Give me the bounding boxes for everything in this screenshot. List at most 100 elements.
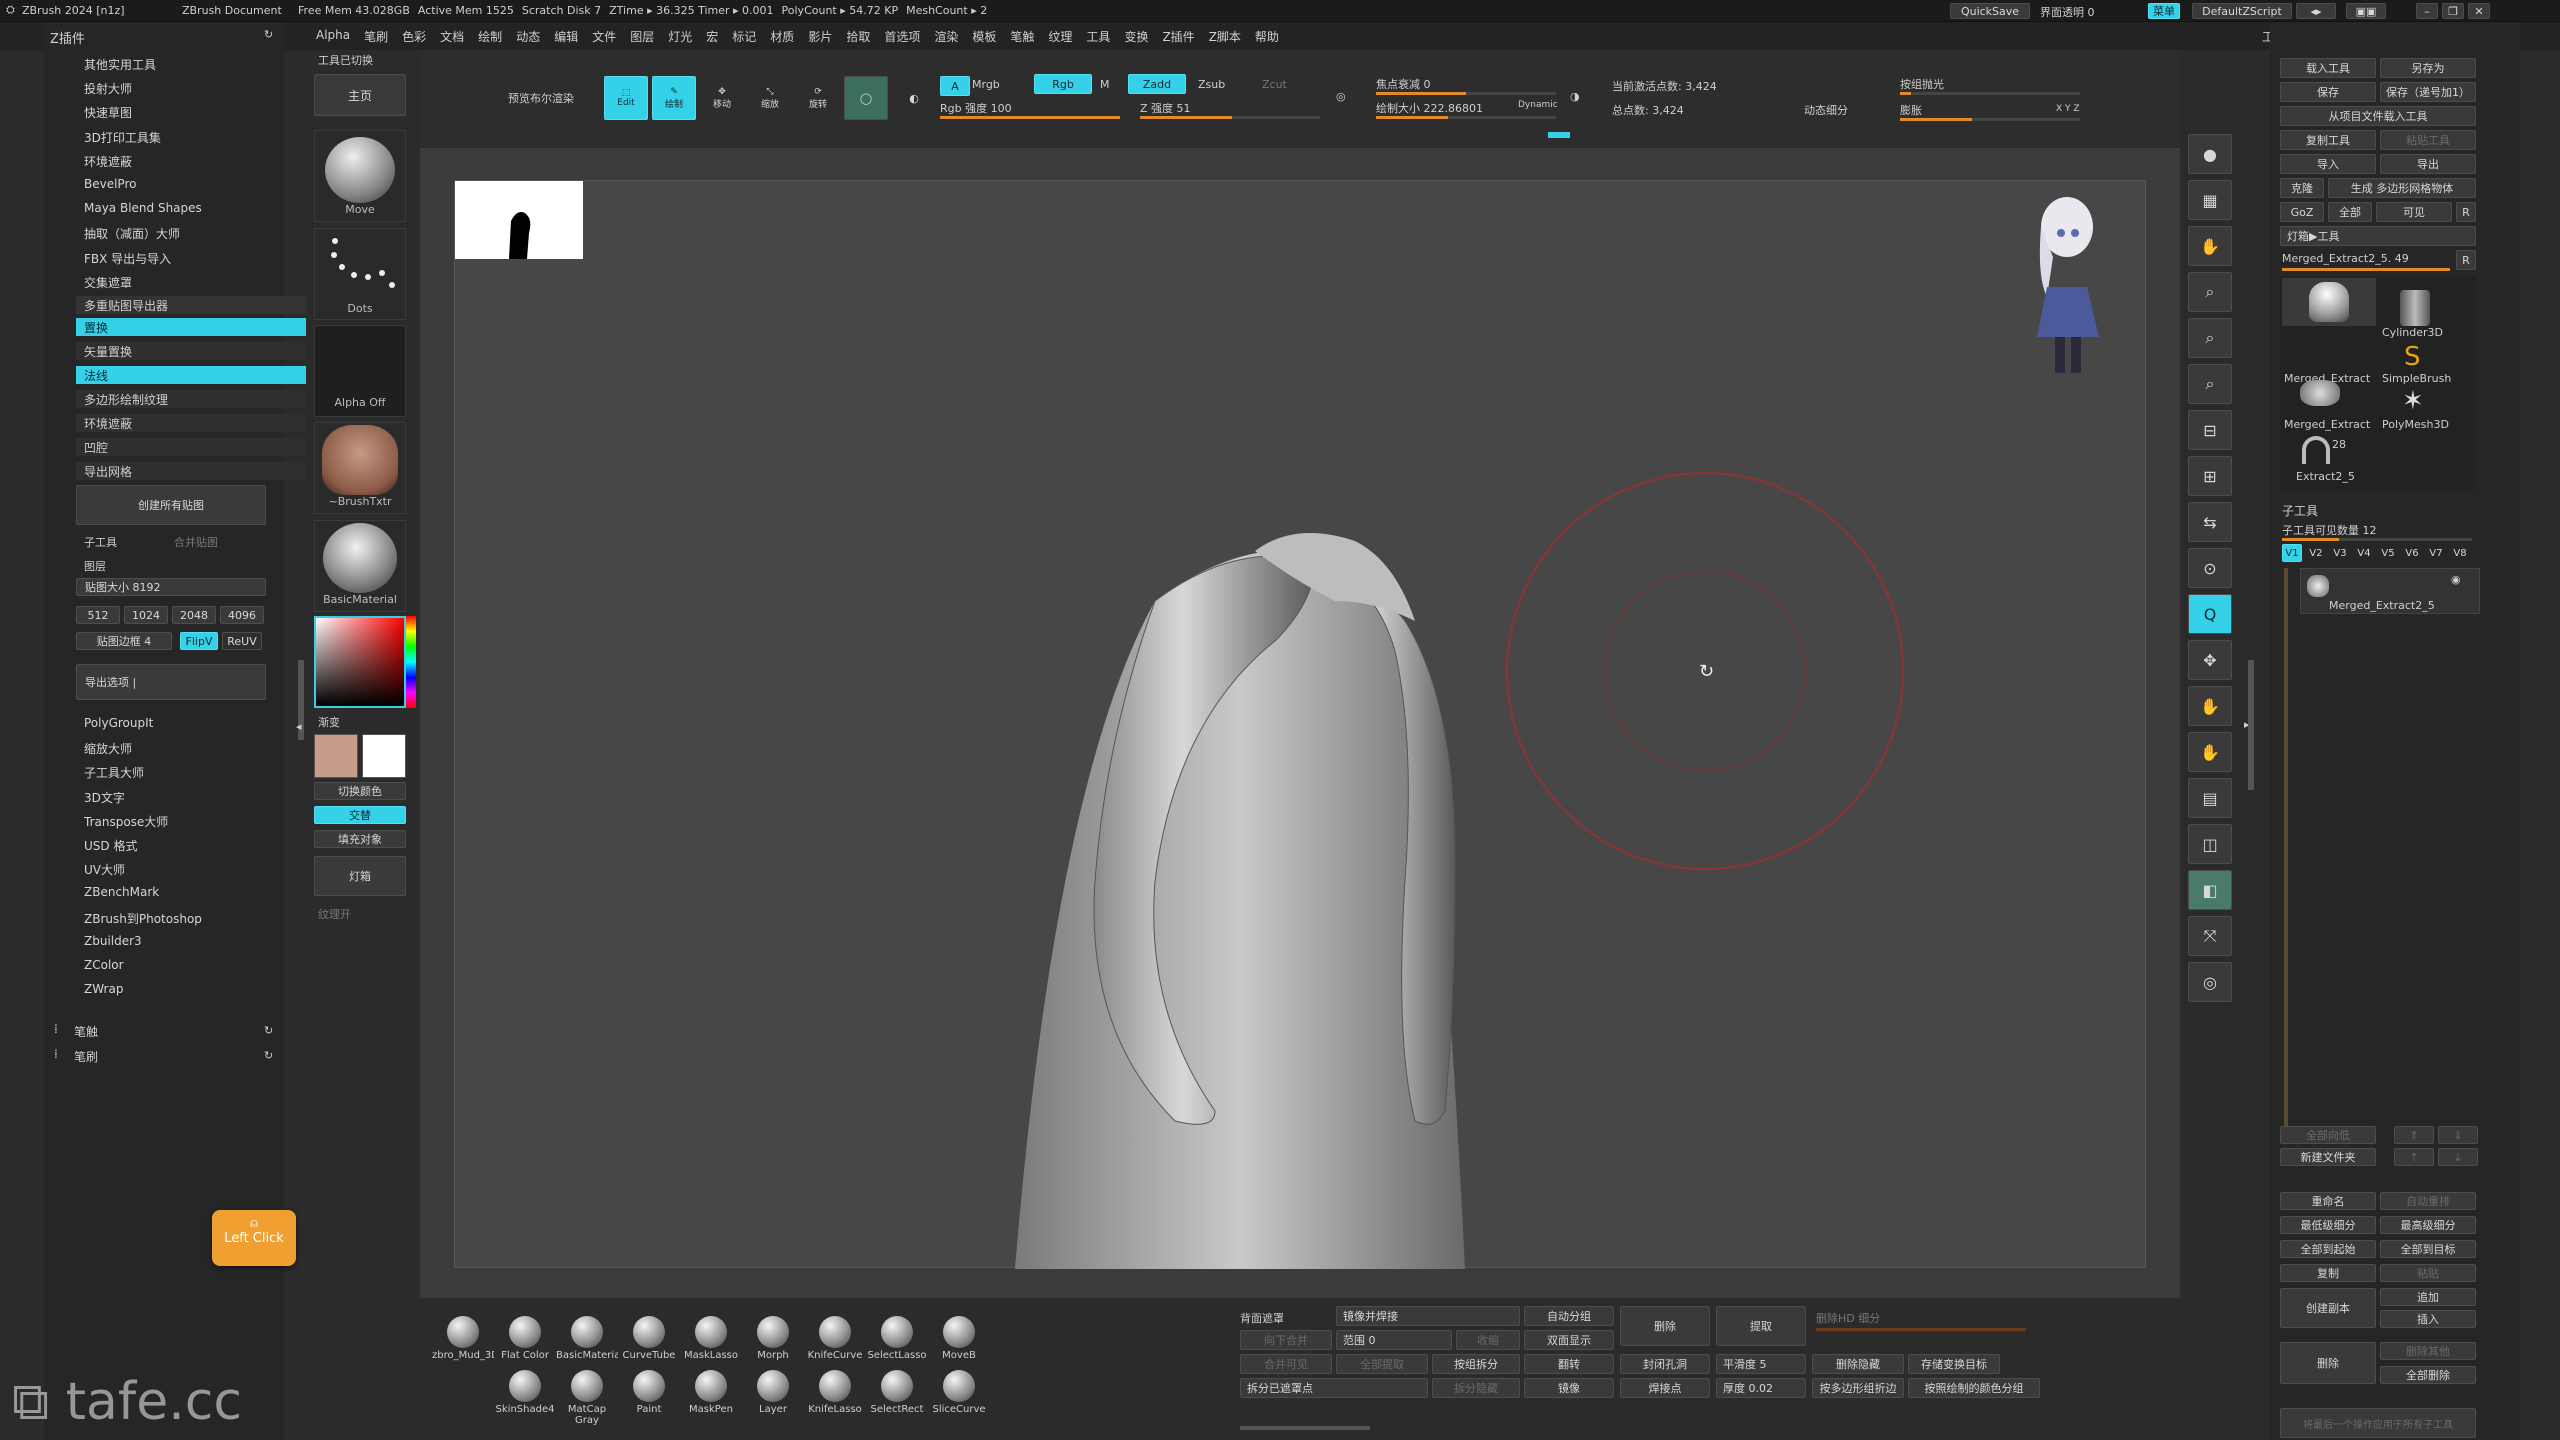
z-intensity-track[interactable] <box>1140 116 1320 119</box>
move-mode-button[interactable]: ✥ 移动 <box>700 76 744 120</box>
shelf-button-zoom100[interactable]: ⌕ <box>2188 318 2232 358</box>
map-option[interactable]: 环境遮蔽 <box>76 414 306 432</box>
menu-item[interactable]: 纹理 <box>1048 28 1072 45</box>
edit-mode-button[interactable]: ⬚ Edit <box>604 76 648 120</box>
zcut-toggle[interactable]: Zcut <box>1262 78 1287 91</box>
plugin-item[interactable]: UV大师 <box>84 861 125 878</box>
rgb-toggle[interactable]: Rgb <box>1034 74 1092 94</box>
lowest-subdiv-button[interactable]: 最低级细分 <box>2280 1216 2376 1234</box>
insert-button[interactable]: 插入 <box>2380 1310 2476 1328</box>
plugin-item[interactable]: 其他实用工具 <box>84 56 156 73</box>
store-morph-button[interactable]: 存储变换目标 <box>1908 1354 2000 1374</box>
shelf-brush-6[interactable]: KnifeCurve <box>804 1316 866 1366</box>
ui-transparency[interactable]: 界面透明 0 <box>2040 4 2095 20</box>
shelf-button-qxyz[interactable]: Q <box>2188 594 2232 634</box>
save-as-button[interactable]: 另存为 <box>2380 58 2476 78</box>
layers-option[interactable]: 图层 <box>84 558 106 574</box>
shelf-button-scroll[interactable]: ✋ <box>2188 226 2232 266</box>
map-size-preset[interactable]: 2048 <box>172 606 216 624</box>
fill-object-button[interactable]: 填充对象 <box>314 830 406 848</box>
3d-viewport[interactable]: ↻ <box>454 180 2146 1269</box>
flip-button[interactable]: 翻转 <box>1524 1354 1614 1374</box>
weld-points-button[interactable]: 焊接点 <box>1620 1378 1710 1398</box>
mrgb-toggle[interactable]: Mrgb <box>972 78 1000 91</box>
version-tab[interactable]: V4 <box>2354 544 2374 562</box>
extract-button[interactable]: 提取 <box>1716 1306 1806 1346</box>
all-extract-button[interactable]: 全部提取 <box>1336 1354 1428 1374</box>
zsub-toggle[interactable]: Zsub <box>1198 78 1225 91</box>
menu-item[interactable]: 文件 <box>592 28 616 45</box>
stroke-section[interactable]: 笔触 <box>74 1023 98 1040</box>
shelf-brush-row2-0[interactable]: SkinShade4 <box>494 1370 556 1420</box>
alternate-toggle[interactable]: 交替 <box>314 806 406 824</box>
create-all-maps-button[interactable]: 创建所有贴图 <box>76 485 266 525</box>
split-masked-button[interactable]: 拆分已遮罩点 <box>1240 1378 1428 1398</box>
groups-polish-slider[interactable]: 按组抛光 <box>1900 76 1944 92</box>
current-r-button[interactable]: R <box>2456 250 2476 270</box>
plugin-item[interactable]: ZBrush到Photoshop <box>84 910 202 927</box>
all-to-target-button[interactable]: 全部到目标 <box>2380 1240 2476 1258</box>
current-tool-track[interactable] <box>2282 268 2450 271</box>
thickness-slider[interactable]: 厚度 0.02 <box>1716 1378 1806 1398</box>
delete-all-button[interactable]: 全部删除 <box>2380 1366 2476 1384</box>
make-polymesh-button[interactable]: 生成 多边形网格物体 <box>2328 178 2476 198</box>
quicksave-button[interactable]: QuickSave <box>1950 3 2030 19</box>
shelf-brush-row2-2[interactable]: Paint <box>618 1370 680 1420</box>
switch-color-button[interactable]: 切换颜色 <box>314 782 406 800</box>
stroke-refresh-icon[interactable]: ↻ <box>264 1024 273 1037</box>
restore-icon[interactable]: ❐ <box>2442 3 2464 19</box>
shelf-brush-8[interactable]: MoveB <box>928 1316 990 1366</box>
draw-size-slider[interactable]: 绘制大小 222.86801 <box>1376 100 1483 116</box>
lightbox-button[interactable]: 灯箱 <box>314 856 406 896</box>
apply-to-all-button[interactable]: 将最后一个操作应用于所有子工具 <box>2280 1408 2476 1438</box>
merge-down-button[interactable]: 向下合并 <box>1240 1330 1332 1350</box>
shelf-button-solo[interactable]: ◎ <box>2188 962 2232 1002</box>
delete-op-button[interactable]: 删除 <box>1620 1306 1710 1346</box>
mirror-button[interactable]: 镜像 <box>1524 1378 1614 1398</box>
groups-polish-track[interactable] <box>1900 92 2080 95</box>
rotate-mode-button[interactable]: ⟳ 旋转 <box>796 76 840 120</box>
shelf-button-subpixel[interactable]: ▦ <box>2188 180 2232 220</box>
menu-item[interactable]: 笔刷 <box>364 28 388 45</box>
plugin-item[interactable]: Transpose大师 <box>84 813 168 830</box>
visible-count-slider[interactable]: 子工具可见数量 12 <box>2282 522 2377 538</box>
arrow-down-icon[interactable]: ⇣ <box>2438 1148 2478 1166</box>
inflate-slider[interactable]: 膨胀 <box>1900 102 1922 118</box>
shelf-brush-5[interactable]: Morph <box>742 1316 804 1366</box>
highest-subdiv-button[interactable]: 最高级细分 <box>2380 1216 2476 1234</box>
menu-item[interactable]: 模板 <box>972 28 996 45</box>
dynamic-subdiv-button[interactable]: 动态细分 <box>1804 102 1848 118</box>
subtool-header[interactable]: 子工具 <box>2282 502 2318 519</box>
menu-item[interactable]: 拾取 <box>846 28 870 45</box>
multimap-exporter-header[interactable]: 多重贴图导出器 <box>76 296 306 314</box>
main-color-swatch[interactable] <box>314 734 358 778</box>
texture-tile[interactable]: ~BrushTxtr <box>314 422 406 514</box>
split-groups-button[interactable]: 按组拆分 <box>1432 1354 1520 1374</box>
load-tool-button[interactable]: 载入工具 <box>2280 58 2376 78</box>
scale-mode-button[interactable]: ⤡ 缩放 <box>748 76 792 120</box>
subtool-scrollbar[interactable] <box>2284 568 2288 1138</box>
dynamic-icon[interactable]: ◑ <box>1570 90 1580 103</box>
brush-tile-move[interactable]: Move <box>314 130 406 222</box>
export-options-input[interactable]: 导出选项 | <box>76 664 266 700</box>
plugin-item[interactable]: 投射大师 <box>84 80 132 97</box>
zadd-toggle[interactable]: Zadd <box>1128 74 1186 94</box>
plugin-item[interactable]: Maya Blend Shapes <box>84 201 202 215</box>
shelf-brush-2[interactable]: BasicMaterial <box>556 1316 618 1366</box>
gizmo-button[interactable]: ◐ <box>892 76 936 120</box>
secondary-color-swatch[interactable] <box>362 734 406 778</box>
arrow-up-icon[interactable]: ⇡ <box>2394 1148 2434 1166</box>
plugin-item[interactable]: 缩放大师 <box>84 740 132 757</box>
xyz-toggle[interactable]: X Y Z <box>2056 104 2080 114</box>
range-slider[interactable]: 范围 0 <box>1336 1330 1452 1350</box>
shelf-brush-row2-3[interactable]: MaskPen <box>680 1370 742 1420</box>
version-tab[interactable]: V1 <box>2282 544 2302 562</box>
map-option[interactable]: 凹腔 <box>76 438 306 456</box>
stroke-section-icon[interactable]: ⁞ <box>54 1022 58 1036</box>
menu-item[interactable]: 笔触 <box>1010 28 1034 45</box>
extract-thumb-icon[interactable] <box>2302 436 2330 464</box>
plugin-item[interactable]: 交集遮罩 <box>84 274 132 291</box>
merge-maps-option[interactable]: 合并贴图 <box>174 534 218 550</box>
menu-item[interactable]: Z插件 <box>1162 28 1194 45</box>
menu-item[interactable]: 宏 <box>706 28 718 45</box>
